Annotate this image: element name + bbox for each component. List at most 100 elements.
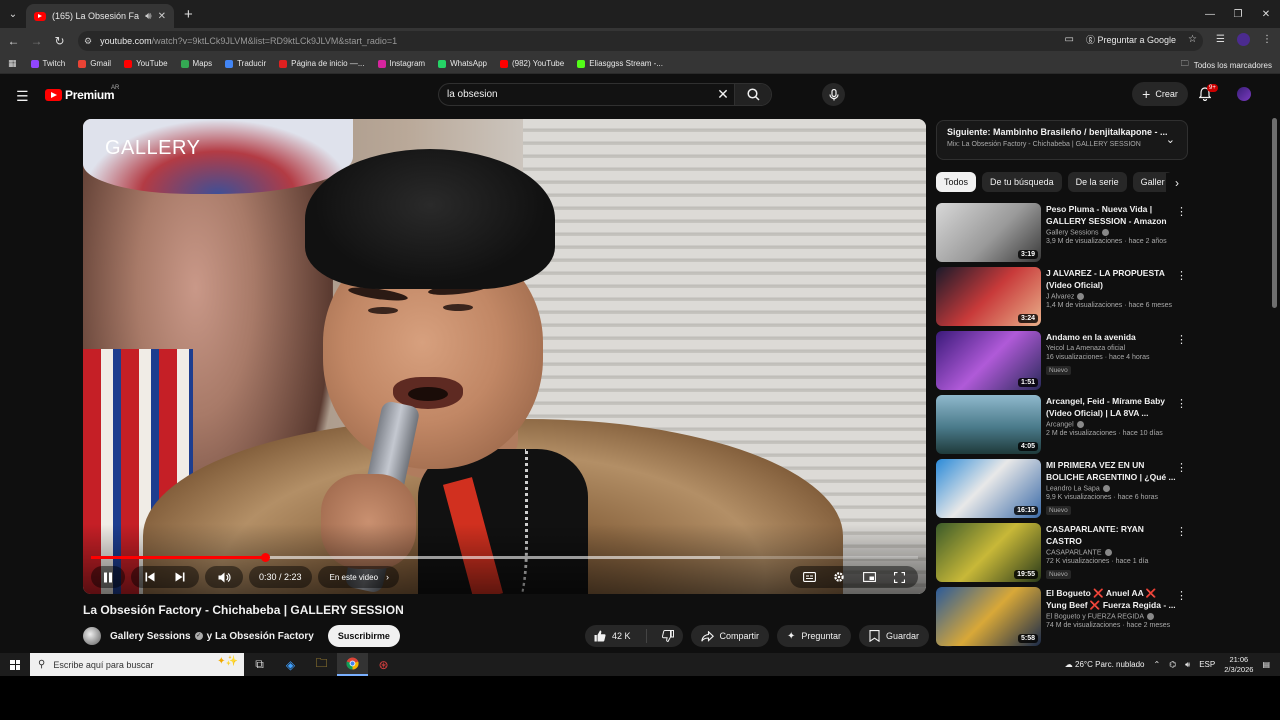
chips-next-arrow-icon[interactable]: ›	[1166, 173, 1188, 193]
bookmark-item[interactable]: Instagram	[377, 59, 425, 68]
video-player[interactable]: GALLERY 0:30 / 2:23 En este video ›	[83, 119, 926, 594]
browser-tab-active[interactable]: (165) La Obsesión Factory 🔊︎ ✕	[26, 4, 174, 28]
dislike-button[interactable]	[653, 625, 683, 647]
more-vertical-icon[interactable]: ⋮	[1176, 269, 1187, 282]
video-thumbnail[interactable]: 3:24	[936, 267, 1041, 326]
url-text[interactable]: youtube.com/watch?v=9ktLCk9JLVM&list=RD9…	[100, 36, 397, 46]
bookmark-item[interactable]: (982) YouTube	[499, 59, 564, 68]
recommendation-item[interactable]: 4:05 Arcangel, Feid - Mírame Baby (Video …	[936, 395, 1188, 459]
pause-button[interactable]	[93, 566, 123, 588]
progress-bar[interactable]	[91, 553, 918, 562]
tab-audio-icon[interactable]: 🔊︎	[145, 11, 151, 22]
bookmark-item[interactable]: Página de inicio —...	[279, 59, 365, 68]
previous-button[interactable]	[135, 566, 165, 588]
create-button[interactable]: + Crear	[1132, 82, 1188, 106]
like-button[interactable]: 42 K	[585, 625, 640, 647]
filter-chip[interactable]: De tu búsqueda	[982, 172, 1062, 192]
page-scrollbar[interactable]	[1271, 114, 1279, 653]
recommendation-title[interactable]: Peso Pluma - Nueva Vida | GALLERY SESSIO…	[1046, 203, 1176, 227]
language-indicator[interactable]: ESP	[1199, 660, 1215, 669]
apps-grid-icon[interactable]: ▦	[8, 58, 17, 69]
cast-icon[interactable]: ▭	[1065, 34, 1074, 45]
bookmark-item[interactable]: Eliasggss Stream -...	[577, 59, 663, 68]
collaborator-name[interactable]: y La Obsesión Factory	[207, 631, 314, 642]
recommendation-channel[interactable]: Arcangel	[1046, 421, 1074, 428]
recommendation-title[interactable]: CASAPARLANTE: RYAN CASTRO	[1046, 523, 1176, 547]
more-vertical-icon[interactable]: ⋮	[1176, 397, 1187, 410]
tray-chevron-icon[interactable]: ⌃	[1153, 660, 1160, 669]
recommendation-channel[interactable]: Gallery Sessions	[1046, 229, 1099, 236]
share-button[interactable]: Compartir	[690, 625, 770, 647]
tab-search-icon[interactable]: ⌄	[0, 9, 26, 20]
ask-button[interactable]: ✦ Preguntar	[777, 625, 851, 647]
recommendation-item[interactable]: 1:51 Andamo en la avenida Yeicol La Amenaz…	[936, 331, 1188, 395]
video-thumbnail[interactable]: 3:19	[936, 203, 1041, 262]
miniplayer-button[interactable]	[854, 566, 884, 588]
profile-avatar[interactable]	[1237, 33, 1250, 46]
bookmark-item[interactable]: Maps	[180, 59, 212, 68]
channel-avatar[interactable]	[83, 627, 101, 645]
settings-button[interactable]	[824, 566, 854, 588]
chevron-down-icon[interactable]: ⌄	[1166, 133, 1175, 146]
maximize-icon[interactable]: ❐	[1224, 0, 1252, 28]
clear-search-icon[interactable]: ✕	[712, 86, 734, 103]
recommendation-item[interactable]: 5:58 El Bogueto ❌ Anuel AA ❌ Yung Beef ❌ …	[936, 587, 1188, 651]
new-tab-button[interactable]: +	[184, 6, 193, 23]
filter-chip[interactable]: De la serie	[1067, 172, 1127, 192]
next-button[interactable]	[165, 566, 195, 588]
more-vertical-icon[interactable]: ⋮	[1176, 205, 1187, 218]
volume-button[interactable]	[209, 566, 239, 588]
youtube-premium-logo[interactable]: Premium	[45, 88, 115, 102]
fullscreen-button[interactable]	[884, 566, 914, 588]
clock[interactable]: 21:06 2/3/2026	[1224, 655, 1253, 675]
progress-scrubber[interactable]	[260, 553, 270, 562]
extensions-icon[interactable]: ☰	[1216, 34, 1225, 45]
more-vertical-icon[interactable]: ⋮	[1176, 333, 1187, 346]
menu-hamburger-icon[interactable]: ☰	[16, 88, 29, 105]
voice-search-button[interactable]	[822, 83, 845, 106]
ask-google-button[interactable]: ⓖ Preguntar a Google	[1086, 33, 1176, 46]
more-vertical-icon[interactable]: ⋮	[1176, 525, 1187, 538]
account-avatar[interactable]	[1237, 87, 1251, 101]
playlist-next-card[interactable]: Siguiente: Mambinho Brasileño / benjital…	[936, 120, 1188, 160]
app-icon[interactable]: ⊛	[368, 653, 399, 676]
forward-icon[interactable]: →	[25, 34, 48, 48]
search-button[interactable]	[734, 84, 771, 105]
filter-chip[interactable]: Todos	[936, 172, 977, 192]
video-thumbnail[interactable]: 16:15	[936, 459, 1041, 518]
bookmark-item[interactable]: Gmail	[78, 59, 111, 68]
video-thumbnail[interactable]: 5:58	[936, 587, 1041, 646]
notifications-center-icon[interactable]: ▤	[1262, 660, 1270, 669]
chapter-button[interactable]: En este video ›	[317, 566, 400, 588]
recommendation-item[interactable]: 3:19 Peso Pluma - Nueva Vida | GALLERY SE…	[936, 203, 1188, 267]
recommendation-channel[interactable]: Leandro La Sapa	[1046, 485, 1100, 492]
video-thumbnail[interactable]: 1:51	[936, 331, 1041, 390]
channel-name[interactable]: Gallery Sessions	[110, 631, 191, 642]
chrome-menu-icon[interactable]: ⋮	[1262, 34, 1272, 45]
recommendation-title[interactable]: El Bogueto ❌ Anuel AA ❌ Yung Beef ❌ Fuer…	[1046, 587, 1176, 611]
recommendation-title[interactable]: J ALVAREZ - LA PROPUESTA (Video Oficial)	[1046, 267, 1176, 291]
recommendation-title[interactable]: MI PRIMERA VEZ EN UN BOLICHE ARGENTINO |…	[1046, 459, 1176, 483]
recommendation-channel[interactable]: El Bogueto y FUERZA REGIDA	[1046, 613, 1144, 620]
minimize-icon[interactable]: —	[1196, 0, 1224, 28]
reload-icon[interactable]: ↻	[48, 34, 71, 48]
weather-widget[interactable]: ☁ 26°C Parc. nublado	[1065, 660, 1145, 669]
omnibox[interactable]: ⚙ youtube.com/watch?v=9ktLCk9JLVM&list=R…	[78, 31, 1203, 51]
window-close-icon[interactable]: ✕	[1252, 0, 1280, 28]
recommendation-item[interactable]: 16:15 MI PRIMERA VEZ EN UN BOLICHE ARGENT…	[936, 459, 1188, 523]
recommendation-channel[interactable]: CASAPARLANTE	[1046, 549, 1102, 556]
subscribe-button[interactable]: Suscribirme	[327, 625, 400, 647]
bookmark-item[interactable]: YouTube	[124, 59, 168, 68]
recommendation-channel[interactable]: J Alvarez	[1046, 293, 1074, 300]
bookmark-item[interactable]: WhatsApp	[438, 59, 487, 68]
back-icon[interactable]: ←	[2, 34, 25, 48]
copilot-icon[interactable]: ◈	[275, 653, 306, 676]
site-info-icon[interactable]: ⚙	[84, 36, 92, 47]
chrome-taskbar-icon[interactable]	[337, 653, 368, 676]
video-thumbnail[interactable]: 4:05	[936, 395, 1041, 454]
more-vertical-icon[interactable]: ⋮	[1176, 589, 1187, 602]
recommendation-title[interactable]: Andamo en la avenida	[1046, 331, 1176, 343]
recommendation-item[interactable]: 19:55 CASAPARLANTE: RYAN CASTRO CASAPARLAN…	[936, 523, 1188, 587]
taskbar-search[interactable]: ⚲ Escribe aquí para buscar ✦✨	[30, 653, 244, 676]
subtitles-button[interactable]	[794, 566, 824, 588]
